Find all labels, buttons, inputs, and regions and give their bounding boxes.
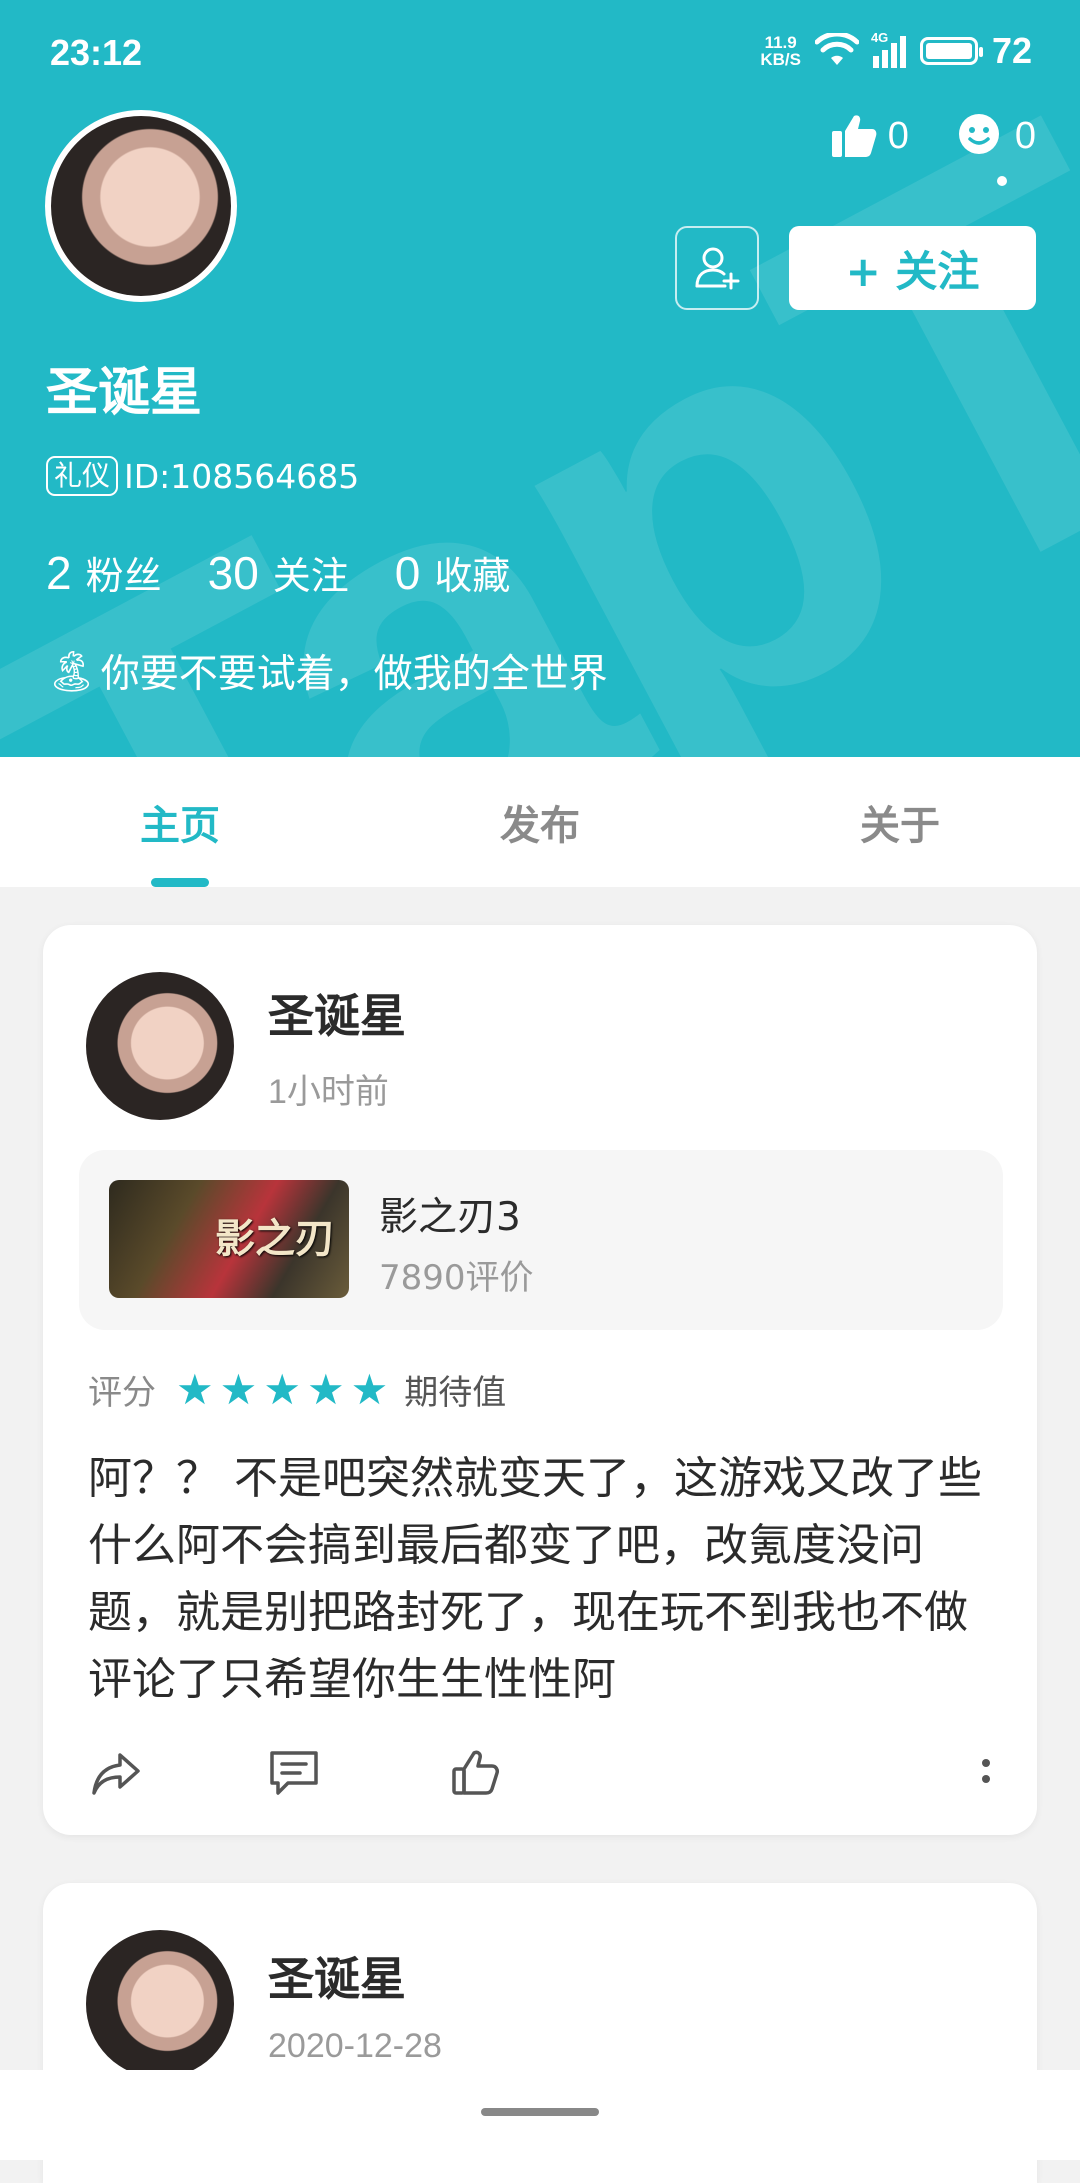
message-count: 0 <box>1014 114 1036 157</box>
follow-button[interactable]: + 关注 <box>789 226 1036 310</box>
status-bar: 23:12 11.9 KB/S 4G 72 <box>0 0 1080 100</box>
game-link[interactable]: 影之刃 影之刃3 7890评价 <box>79 1150 1003 1330</box>
battery-percent: 72 <box>991 30 1032 71</box>
stat-following[interactable]: 30 关注 <box>208 545 349 600</box>
stat-following-label: 关注 <box>272 554 349 598</box>
profile-header: TapTap 23:12 11.9 KB/S 4G 72 0 0 + 关注 圣诞… <box>0 0 1080 757</box>
game-cover-image: 影之刃 <box>109 1180 349 1298</box>
comment-icon[interactable] <box>266 1745 322 1801</box>
rating-row: 评分 ★ ★ ★ ★ ★ 期待值 <box>88 1365 506 1414</box>
profile-stats: 2 粉丝 30 关注 0 收藏 <box>46 545 510 600</box>
network-speed-unit: KB/S <box>760 50 801 69</box>
bio-text: 你要不要试着，做我的全世界 <box>100 652 608 697</box>
stat-fans-count: 2 <box>46 547 72 599</box>
rating-stars: ★ ★ ★ ★ ★ <box>176 1364 389 1414</box>
tab-active-indicator <box>151 878 209 887</box>
add-user-icon <box>695 247 740 290</box>
star-icon: ★ <box>219 1364 258 1414</box>
star-icon: ★ <box>176 1364 214 1414</box>
review-card[interactable]: 圣诞星 1小时前 影之刃 影之刃3 7890评价 评分 ★ ★ ★ ★ ★ 期待… <box>43 925 1037 1835</box>
island-icon: 🏝 <box>46 648 97 695</box>
tab-about-label: 关于 <box>860 803 940 849</box>
card-header: 圣诞星 1小时前 <box>86 972 406 1120</box>
add-friend-button[interactable] <box>675 226 759 310</box>
profile-id: ID:108564685 <box>124 456 360 496</box>
network-speed-value: 11.9 <box>764 33 797 52</box>
stat-favorites-count: 0 <box>394 547 421 599</box>
like-count-button[interactable]: 0 <box>830 113 909 159</box>
message-count-button[interactable]: 0 <box>957 112 1036 186</box>
tab-home-label: 主页 <box>140 803 220 849</box>
tab-posts[interactable]: 发布 <box>360 757 720 887</box>
wifi-icon <box>814 33 859 65</box>
stat-following-count: 30 <box>207 547 259 599</box>
stat-favorites-label: 收藏 <box>434 554 511 598</box>
like-icon[interactable] <box>448 1745 504 1801</box>
star-icon: ★ <box>263 1364 301 1414</box>
card-author[interactable]: 圣诞星 <box>268 1943 442 2009</box>
status-icons: 11.9 KB/S 4G 72 <box>760 30 1032 72</box>
star-icon: ★ <box>306 1364 345 1414</box>
star-icon: ★ <box>350 1364 389 1414</box>
tab-about[interactable]: 关于 <box>720 757 1080 887</box>
status-time: 23:12 <box>50 32 143 73</box>
rating-label: 评分 <box>88 1373 156 1413</box>
like-count: 0 <box>887 114 909 157</box>
card-timestamp: 2020-12-28 <box>268 2026 442 2065</box>
avatar[interactable] <box>86 1930 234 2078</box>
stat-fans-label: 粉丝 <box>85 554 162 598</box>
notification-dot <box>996 176 1007 186</box>
more-options-icon[interactable] <box>978 1745 994 1801</box>
game-name: 影之刃3 <box>379 1195 521 1240</box>
game-review-count: 7890评价 <box>379 1258 534 1298</box>
header-actions: 0 0 <box>830 112 1036 186</box>
stat-favorites[interactable]: 0 收藏 <box>395 545 511 600</box>
tab-posts-label: 发布 <box>500 803 580 849</box>
tab-home[interactable]: 主页 <box>0 757 360 887</box>
profile-bio: 🏝 你要不要试着，做我的全世界 <box>46 643 608 699</box>
card-header: 圣诞星 2020-12-28 <box>86 1930 442 2078</box>
review-text[interactable]: 阿？？ 不是吧突然就变天了，这游戏又改了些什么阿不会搞到最后都变了吧，改氪度没问… <box>88 1445 1008 1713</box>
thumbs-up-icon <box>831 115 877 157</box>
network-speed: 11.9 KB/S <box>760 34 801 68</box>
game-cover-title: 影之刃 <box>215 1215 335 1262</box>
avatar[interactable] <box>86 972 234 1120</box>
battery-icon <box>919 37 983 65</box>
stat-fans[interactable]: 2 粉丝 <box>46 545 162 600</box>
profile-tabs: 主页 发布 关于 <box>0 757 1080 887</box>
home-indicator[interactable] <box>481 2108 599 2116</box>
smiley-bubble-icon <box>958 114 999 154</box>
card-timestamp: 1小时前 <box>268 1072 389 1111</box>
cell-signal-icon: 4G <box>871 30 906 68</box>
card-author[interactable]: 圣诞星 <box>268 980 406 1046</box>
signal-label: 4G <box>870 30 889 45</box>
share-icon[interactable] <box>88 1745 144 1801</box>
rating-suffix: 期待值 <box>404 1373 507 1413</box>
profile-avatar[interactable] <box>45 110 237 302</box>
card-actions <box>88 1745 1008 1805</box>
profile-username: 圣诞星 <box>46 363 203 423</box>
etiquette-badge: 礼仪 <box>46 456 119 496</box>
profile-id-row: 礼仪 ID:108564685 <box>46 456 359 496</box>
